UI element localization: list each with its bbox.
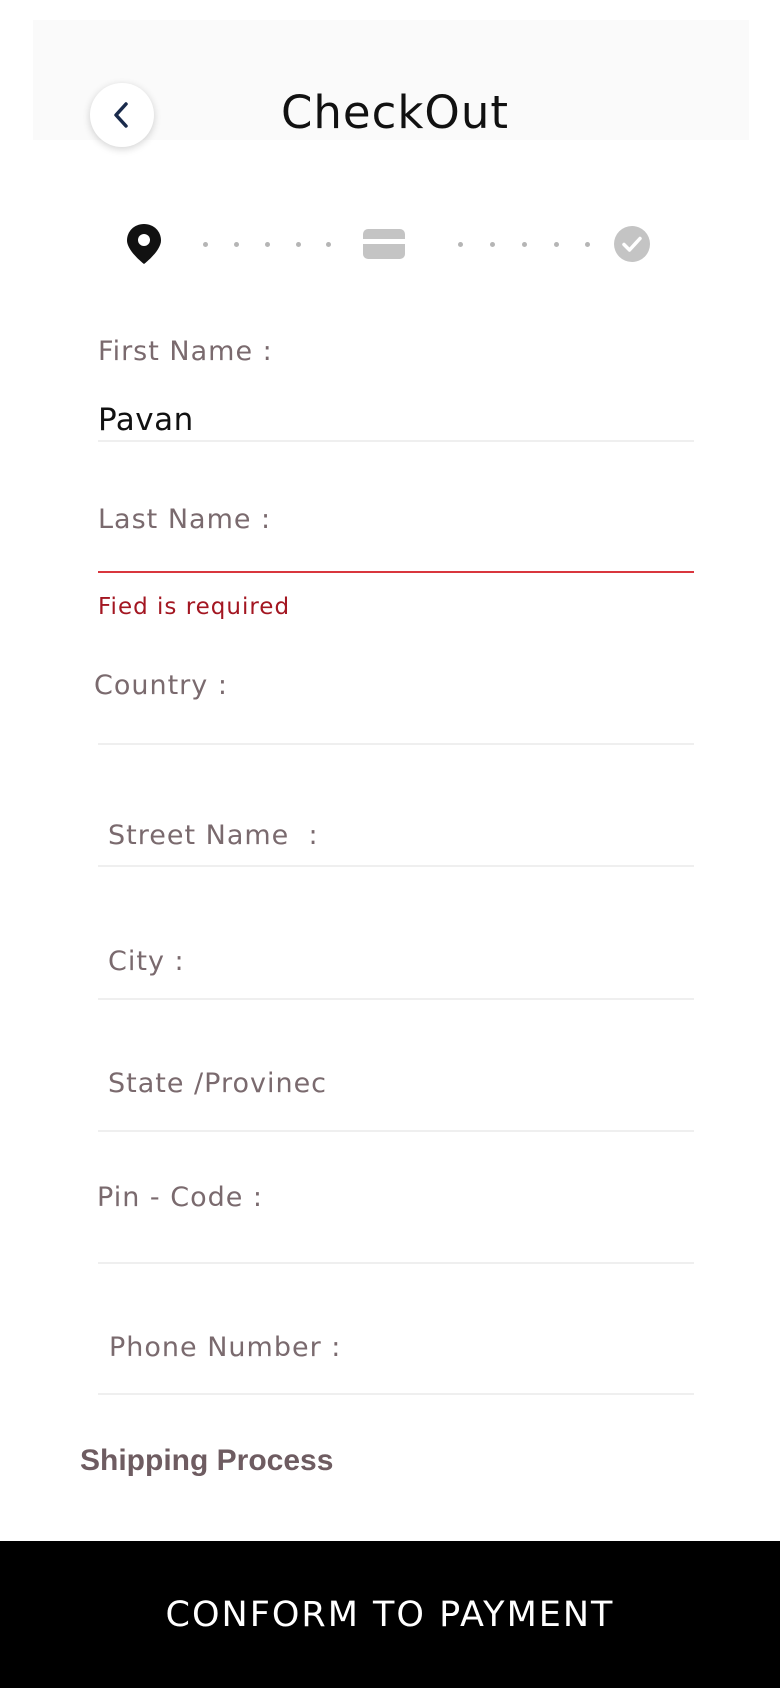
country-underline: [98, 743, 694, 745]
checkout-screen: CheckOut First Name : Pavan Last Name : …: [0, 0, 780, 1688]
first-name-input[interactable]: Pavan: [98, 402, 194, 438]
state-underline: [98, 1130, 694, 1132]
pin-code-input[interactable]: Pin - Code :: [97, 1182, 263, 1213]
confirm-payment-button[interactable]: CONFORM TO PAYMENT: [0, 1541, 780, 1688]
step-dot: [585, 242, 590, 247]
step-dot: [458, 242, 463, 247]
step-dot: [234, 242, 239, 247]
page-title: CheckOut: [280, 86, 509, 139]
checkout-stepper: [0, 218, 780, 268]
phone-number-underline: [98, 1393, 694, 1395]
last-name-error: Fied is required: [98, 594, 291, 620]
pin-code-underline: [98, 1262, 694, 1264]
step-dot: [296, 242, 301, 247]
section-title: Shipping Process: [80, 1444, 334, 1477]
credit-card-icon[interactable]: [362, 228, 406, 260]
state-input[interactable]: State /Provinec: [108, 1068, 327, 1099]
first-name-underline: [98, 440, 694, 442]
country-input[interactable]: Country :: [94, 670, 228, 701]
city-underline: [98, 998, 694, 1000]
confirm-payment-label: CONFORM TO PAYMENT: [165, 1594, 615, 1635]
phone-number-input[interactable]: Phone Number :: [109, 1332, 341, 1363]
last-name-underline: [98, 571, 694, 573]
check-circle-icon[interactable]: [613, 225, 651, 263]
step-dot: [265, 242, 270, 247]
step-dot: [522, 242, 527, 247]
step-dot: [326, 242, 331, 247]
street-name-underline: [98, 865, 694, 867]
location-pin-icon[interactable]: [125, 222, 163, 266]
last-name-input[interactable]: Last Name :: [98, 504, 271, 535]
step-dot: [203, 242, 208, 247]
step-dot: [490, 242, 495, 247]
first-name-label: First Name :: [98, 336, 273, 367]
step-dot: [554, 242, 559, 247]
street-name-input[interactable]: Street Name :: [108, 820, 319, 851]
city-input[interactable]: City :: [108, 946, 185, 977]
